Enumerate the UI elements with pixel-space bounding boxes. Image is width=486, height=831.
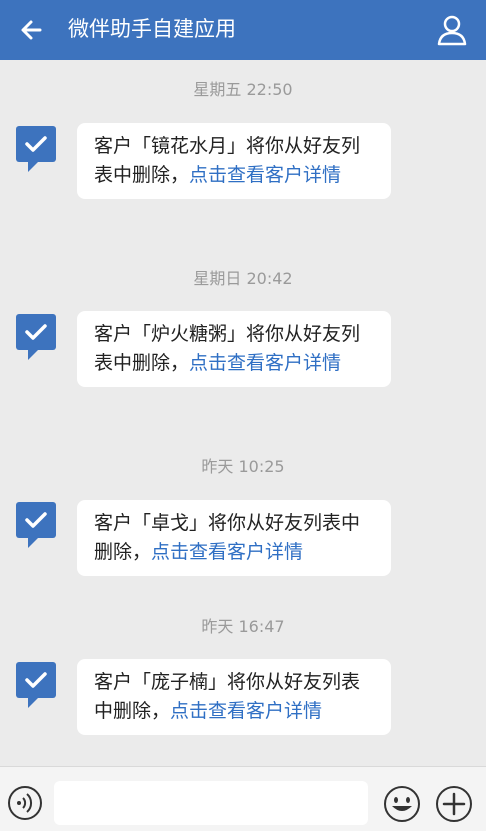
timestamp: 星期五 22:50 [193,80,293,99]
customer-detail-link[interactable]: 点击查看客户详情 [189,164,341,186]
user-icon[interactable] [434,12,470,48]
message-bubble: 客户「炉火糖粥」将你从好友列表中删除，点击查看客户详情 [77,311,391,387]
timestamp: 昨天 10:25 [201,457,285,476]
plus-icon[interactable] [434,784,474,824]
emoji-icon[interactable] [382,784,422,824]
message-bubble: 客户「卓戈」将你从好友列表中删除，点击查看客户详情 [77,500,391,576]
check-icon[interactable] [16,662,56,708]
message-bubble: 客户「镜花水月」将你从好友列表中删除，点击查看客户详情 [77,123,391,199]
app-header: 微伴助手自建应用 [0,0,486,60]
chat-area[interactable]: 星期五 22:50 客户「镜花水月」将你从好友列表中删除，点击查看客户详情 星期… [0,60,486,766]
customer-detail-link[interactable]: 点击查看客户详情 [151,541,303,563]
page-title: 微伴助手自建应用 [68,17,236,41]
message-input[interactable] [54,781,368,825]
back-arrow-icon[interactable] [14,12,50,48]
check-icon[interactable] [16,502,56,548]
input-bar [0,766,486,831]
timestamp: 星期日 20:42 [193,269,293,288]
check-icon[interactable] [16,314,56,360]
customer-detail-link[interactable]: 点击查看客户详情 [189,352,341,374]
timestamp: 昨天 16:47 [201,617,285,636]
customer-detail-link[interactable]: 点击查看客户详情 [170,700,322,722]
message-bubble: 客户「庞子楠」将你从好友列表中删除，点击查看客户详情 [77,659,391,735]
check-icon[interactable] [16,126,56,172]
voice-icon[interactable] [6,784,44,822]
